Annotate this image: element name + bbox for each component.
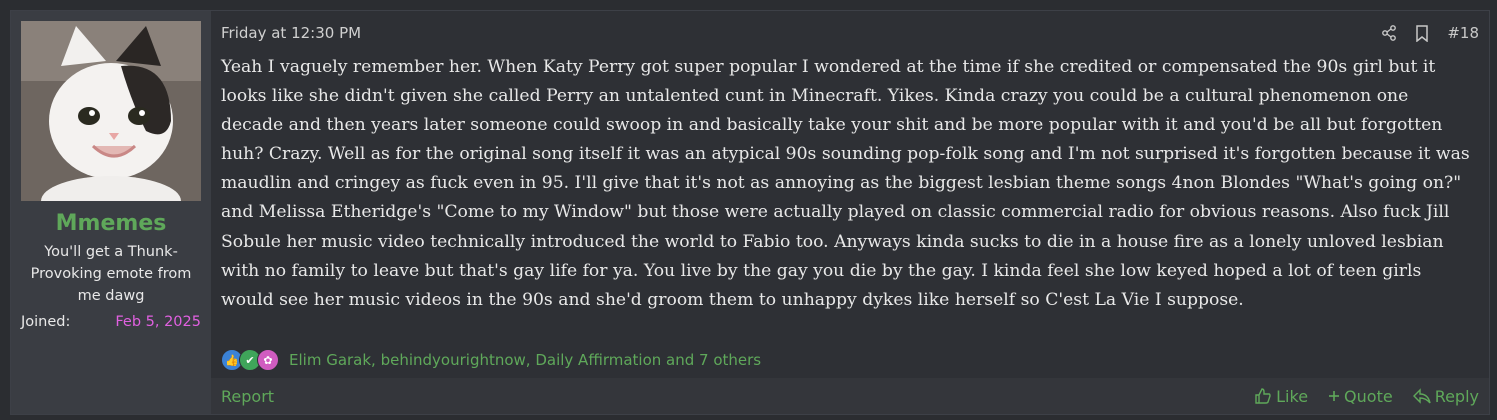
user-title: You'll get a Thunk-Provoking emote from … [30, 244, 192, 304]
footer-actions: Like Quote Reply [1254, 387, 1479, 406]
reply-button[interactable]: Reply [1412, 386, 1479, 406]
reply-icon [1412, 388, 1431, 404]
post-date[interactable]: Friday at 12:30 PM [221, 24, 361, 42]
avatar[interactable] [21, 21, 201, 201]
bookmark-icon[interactable] [1415, 24, 1429, 42]
reaction-names[interactable]: Elim Garak, behindyourightnow, Daily Aff… [289, 351, 761, 369]
user-info-panel: Mmemes You'll get a Thunk-Provoking emot… [11, 11, 211, 414]
post-number[interactable]: #18 [1447, 24, 1479, 42]
post-main: Friday at 12:30 PM #18 Yeah I vaguely re… [211, 11, 1489, 414]
joined-date: Feb 5, 2025 [115, 314, 201, 330]
reactions-bar[interactable]: 👍 ✔ ✿ Elim Garak, behindyourightnow, Dai… [221, 349, 761, 371]
plus-icon [1328, 390, 1340, 402]
reaction-icons: 👍 ✔ ✿ [221, 349, 279, 371]
thumbs-up-icon [1254, 387, 1272, 405]
message-post: Mmemes You'll get a Thunk-Provoking emot… [10, 10, 1490, 415]
like-button[interactable]: Like [1254, 387, 1308, 406]
like-label: Like [1276, 386, 1309, 406]
reply-label: Reply [1434, 386, 1479, 406]
share-icon[interactable] [1381, 25, 1397, 41]
quote-button[interactable]: Quote [1328, 387, 1393, 406]
post-body: Yeah I vaguely remember her. When Katy P… [221, 57, 1470, 310]
post-header-actions: #18 [1381, 24, 1479, 42]
joined-row: Joined: Feb 5, 2025 [21, 314, 201, 330]
puzzle-reaction-icon: ✿ [257, 349, 279, 371]
post-header: Friday at 12:30 PM #18 [221, 21, 1479, 45]
username[interactable]: Mmemes [11, 211, 211, 236]
post-footer: Report Like Quote Reply [211, 378, 1489, 414]
report-link[interactable]: Report [221, 387, 274, 406]
joined-label: Joined: [21, 314, 71, 330]
quote-label: Quote [1344, 386, 1393, 406]
